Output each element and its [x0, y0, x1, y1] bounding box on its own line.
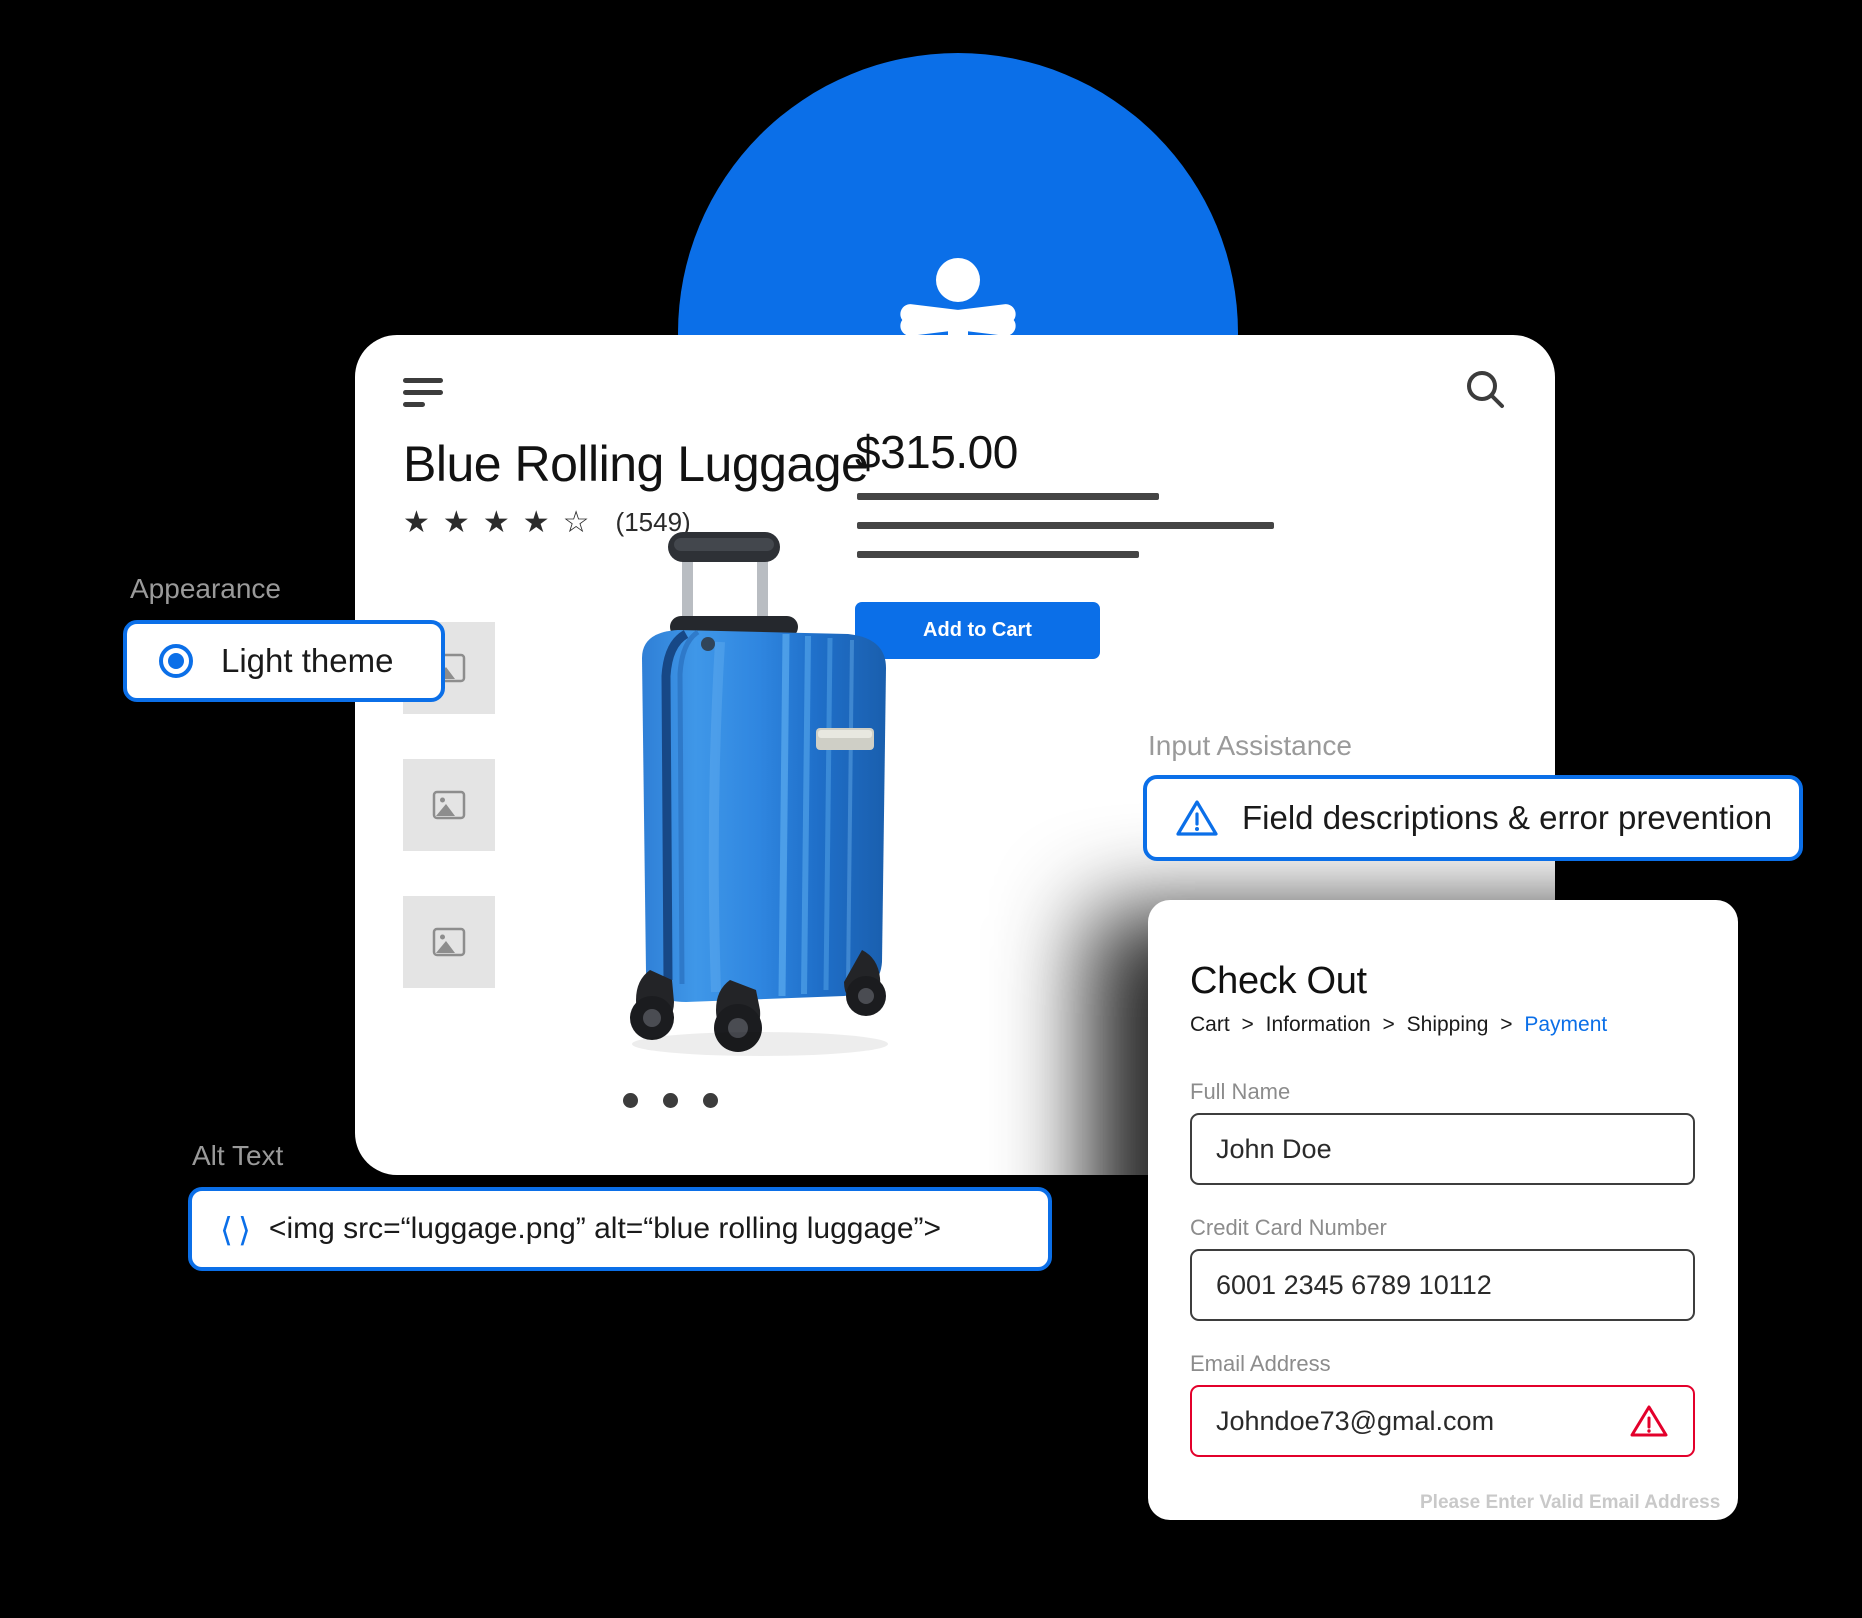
input-assistance-text: Field descriptions & error prevention	[1242, 799, 1773, 836]
breadcrumb-separator: >	[1382, 1013, 1395, 1036]
warning-triangle-icon	[1630, 1405, 1668, 1437]
hamburger-menu-icon[interactable]	[403, 378, 443, 407]
email-value: Johndoe73@gmal.com	[1216, 1405, 1495, 1436]
breadcrumb-item-payment[interactable]: Payment	[1524, 1013, 1607, 1036]
warning-triangle-icon	[1176, 800, 1218, 836]
star-icon-filled: ★	[403, 505, 430, 539]
email-label: Email Address	[1190, 1351, 1331, 1376]
appearance-label: Appearance	[130, 573, 282, 604]
full-name-field-group: Full Name John Doe	[1190, 1079, 1695, 1185]
email-input[interactable]: Johndoe73@gmal.com	[1190, 1385, 1695, 1457]
alt-text-code: <img src=“luggage.png” alt=“blue rolling…	[268, 1212, 942, 1245]
star-icon-empty: ☆	[562, 505, 590, 539]
star-icon-filled: ★	[522, 505, 550, 539]
breadcrumb-separator: >	[1500, 1013, 1513, 1036]
appearance-option-label: Light theme	[221, 642, 394, 679]
product-price: $315.00	[855, 426, 1018, 478]
appearance-option-light-theme[interactable]: Light theme	[123, 620, 445, 702]
image-placeholder-icon	[432, 790, 466, 820]
credit-card-label: Credit Card Number	[1190, 1215, 1387, 1240]
carousel-dot[interactable]	[663, 1093, 678, 1108]
alt-text-callout[interactable]: ⟨ ⟩ <img src=“luggage.png” alt=“blue rol…	[188, 1187, 1052, 1271]
checkout-card: Check Out Cart > Information > Shipping …	[1148, 900, 1738, 1520]
thumbnail-item[interactable]	[403, 759, 495, 851]
alt-text-label: Alt Text	[192, 1140, 284, 1171]
breadcrumb-item-shipping[interactable]: Shipping	[1407, 1013, 1489, 1036]
radio-selected-icon	[159, 644, 193, 678]
thumbnail-item[interactable]	[403, 896, 495, 988]
credit-card-input[interactable]: 6001 2345 6789 10112	[1190, 1249, 1695, 1321]
image-placeholder-icon	[432, 927, 466, 957]
input-assistance-callout[interactable]: Field descriptions & error prevention	[1143, 775, 1803, 861]
full-name-label: Full Name	[1190, 1079, 1291, 1104]
full-name-input[interactable]: John Doe	[1190, 1113, 1695, 1185]
code-brackets-icon: ⟨ ⟩	[220, 1210, 251, 1248]
breadcrumb: Cart > Information > Shipping > Payment	[1190, 1013, 1738, 1037]
breadcrumb-separator: >	[1241, 1013, 1254, 1036]
product-image	[590, 510, 950, 1070]
star-icon-filled: ★	[482, 505, 510, 539]
carousel-dots	[623, 1093, 718, 1108]
breadcrumb-item-cart[interactable]: Cart	[1190, 1013, 1230, 1036]
search-icon[interactable]	[1463, 367, 1507, 411]
carousel-dot[interactable]	[623, 1093, 638, 1108]
carousel-dot[interactable]	[703, 1093, 718, 1108]
input-assistance-label: Input Assistance	[1148, 730, 1352, 761]
email-error-message: Please Enter Valid Email Address	[1420, 1492, 1721, 1513]
email-field-group: Email Address Johndoe73@gmal.com	[1190, 1351, 1695, 1457]
screenshot-stage: Blue Rolling Luggage ★ ★ ★ ★ ☆ (1549) $3…	[0, 0, 1862, 1618]
page-title: Blue Rolling Luggage	[403, 436, 869, 492]
star-icon-filled: ★	[442, 505, 470, 539]
checkout-title: Check Out	[1190, 960, 1367, 1002]
credit-card-field-group: Credit Card Number 6001 2345 6789 10112	[1190, 1215, 1695, 1321]
breadcrumb-item-information[interactable]: Information	[1266, 1013, 1371, 1036]
